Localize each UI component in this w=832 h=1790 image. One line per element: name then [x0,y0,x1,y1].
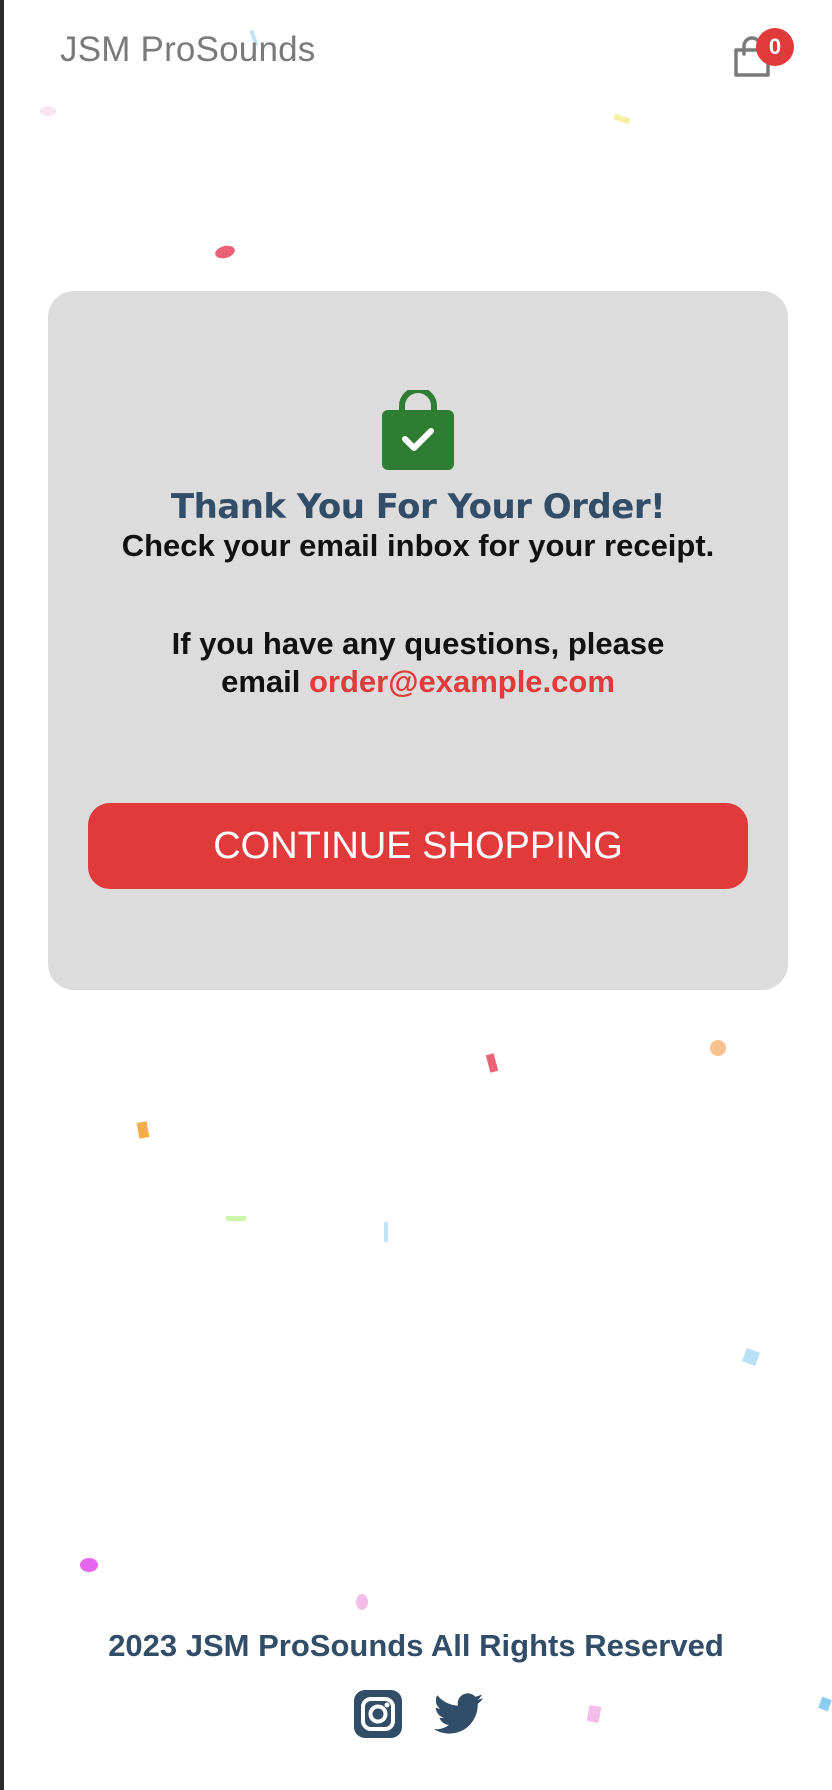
contact-email-link[interactable]: order@example.com [309,664,615,699]
window-edge [0,0,4,1790]
email-message: Check your email inbox for your receipt. [121,528,715,563]
navbar: JSM ProSounds 0 [0,0,832,110]
store-logo[interactable]: JSM ProSounds [60,30,316,70]
success-title: Thank You For Your Order! [170,487,666,527]
instagram-icon[interactable] [354,1690,402,1738]
footer: 2023 JSM ProSounds All Rights Reserved [0,1622,832,1762]
contact-description: If you have any questions, please email … [148,625,688,701]
bag-check-icon [382,390,454,470]
cart-button[interactable]: 0 [728,28,796,82]
cart-count-badge: 0 [756,28,794,66]
twitter-icon[interactable] [434,1692,484,1736]
order-success-card: Thank You For Your Order! Check your ema… [48,291,788,990]
copyright-text: 2023 JSM ProSounds All Rights Reserved [108,1628,724,1663]
continue-shopping-button[interactable]: CONTINUE SHOPPING [88,803,748,889]
